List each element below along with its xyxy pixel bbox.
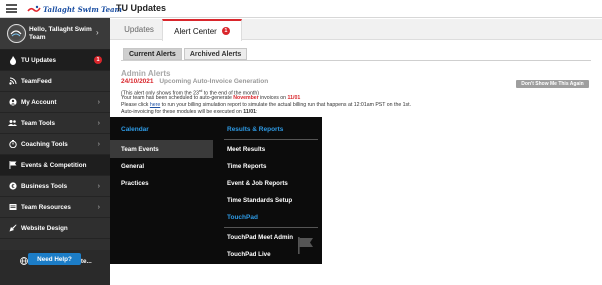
flag-icon [8, 161, 17, 170]
alert-text-line-3: Please click here to run your billing si… [121, 102, 411, 108]
menu-item-time-reports[interactable]: Time Reports [227, 160, 266, 172]
alert-sub-tabs: Current Alerts Archived Alerts [123, 48, 249, 60]
notification-badge: 1 [94, 56, 102, 64]
account-icon [8, 98, 17, 107]
top-header: Tallaght Swim Team TU Updates [0, 0, 602, 18]
sidebar-item-tu-updates[interactable]: TU Updates 1 [0, 50, 110, 71]
alert-date: 24/10/2021 [121, 78, 154, 85]
swimmer-logo-icon [27, 5, 41, 12]
alert-text-line-4: Auto-invoicing for these modules will be… [121, 109, 257, 115]
svg-text:€: € [11, 184, 14, 190]
sidebar-item-label: TeamFeed [21, 77, 52, 85]
sidebar-item-website-design[interactable]: Website Design [0, 218, 110, 239]
globe-icon [20, 257, 28, 265]
divider [224, 139, 318, 140]
menu-item-touchpad-live[interactable]: TouchPad Live [227, 248, 271, 260]
need-help-button[interactable]: Need Help? [28, 253, 81, 265]
events-competition-menu: Calendar Team Events General Practices R… [110, 117, 322, 264]
sidebar-item-label: Business Tools [21, 182, 68, 190]
sidebar-item-label: Team Resources [21, 203, 71, 211]
tab-updates[interactable]: Updates [116, 19, 162, 40]
sidebar-item-label: Events & Competition [21, 161, 87, 169]
profile-menu[interactable]: Hello, Tallaght Swim Team › [0, 18, 110, 50]
alert-execution-date: 11/01 [243, 109, 256, 115]
alert-text: Please click [121, 102, 150, 108]
sidebar-item-business-tools[interactable]: € Business Tools › [0, 176, 110, 197]
billing-simulation-link[interactable]: here [150, 102, 160, 108]
alert-text-line-2: Your team has been scheduled to auto-gen… [121, 95, 300, 101]
avatar [7, 24, 26, 43]
sidebar-item-coaching-tools[interactable]: Coaching Tools › [0, 134, 110, 155]
divider [224, 227, 318, 228]
feed-icon [8, 77, 17, 86]
team-icon [8, 119, 17, 128]
chevron-right-icon: › [97, 98, 100, 106]
menu-item-meet-results[interactable]: Meet Results [227, 143, 265, 155]
results-reports-heading: Results & Reports [227, 126, 284, 133]
alert-text: Auto-invoicing for these modules will be… [121, 109, 244, 115]
sidebar-item-label: TU Updates [21, 56, 56, 64]
tab-current-alerts[interactable]: Current Alerts [123, 48, 182, 60]
website-icon [8, 224, 17, 233]
alert-text: Your team has been scheduled to auto-gen… [121, 95, 234, 101]
hamburger-menu-icon[interactable] [6, 4, 17, 13]
sidebar-item-team-tools[interactable]: Team Tools › [0, 113, 110, 134]
admin-alerts-heading: Admin Alerts [121, 69, 171, 78]
profile-greeting-line1: Hello, Tallaght Swim [29, 26, 92, 33]
sidebar-item-my-account[interactable]: My Account › [0, 92, 110, 113]
tab-alert-center-label: Alert Center [174, 26, 217, 36]
alert-text: invoices on [258, 95, 288, 101]
touchpad-heading: TouchPad [227, 214, 258, 221]
dont-show-again-button[interactable]: Don't Show Me This Again [516, 80, 589, 88]
menu-item-time-standards-setup[interactable]: Time Standards Setup [227, 194, 292, 206]
menu-item-general[interactable]: General [121, 160, 144, 172]
business-icon: € [8, 182, 17, 191]
sidebar-item-team-resources[interactable]: Team Resources › [0, 197, 110, 218]
profile-greeting-line2: Team [29, 34, 46, 41]
alert-header: 24/10/2021 Upcoming Auto-Invoice Generat… [121, 78, 268, 85]
alert-invoice-date: 11/01 [287, 95, 301, 101]
divider [121, 60, 591, 61]
sidebar-item-label: Coaching Tools [21, 140, 68, 148]
chevron-right-icon: › [97, 182, 100, 190]
user-avatar-icon [9, 26, 23, 40]
chevron-right-icon: › [97, 140, 100, 148]
coaching-icon [8, 140, 17, 149]
sidebar-item-label: My Account [21, 98, 57, 106]
alert-text: : [255, 109, 258, 115]
team-logo[interactable]: Tallaght Swim Team [27, 3, 122, 15]
chevron-right-icon: › [97, 119, 100, 127]
chevron-right-icon: › [96, 28, 99, 37]
sidebar-item-label: Website Design [21, 224, 68, 232]
menu-item-team-events[interactable]: Team Events [110, 140, 213, 158]
fire-icon [8, 55, 17, 65]
alert-title: Upcoming Auto-Invoice Generation [159, 78, 269, 85]
logo-text: Tallaght Swim Team [43, 4, 122, 14]
alert-text: to run your billing simulation report to… [160, 102, 412, 108]
sidebar-item-events-competition[interactable]: Events & Competition [0, 155, 110, 176]
tab-archived-alerts[interactable]: Archived Alerts [183, 48, 248, 60]
menu-item-practices[interactable]: Practices [121, 177, 149, 189]
resources-icon [8, 203, 17, 212]
sidebar-item-label: Team Tools [21, 119, 56, 127]
sidebar-item-teamfeed[interactable]: TeamFeed [0, 71, 110, 92]
menu-item-touchpad-meet-admin[interactable]: TouchPad Meet Admin [227, 231, 293, 243]
page-title: TU Updates [116, 3, 167, 13]
menu-item-event-job-reports[interactable]: Event & Job Reports [227, 177, 288, 189]
notification-badge: 1 [221, 27, 230, 35]
flag-icon [298, 237, 313, 254]
calendar-heading: Calendar [121, 126, 149, 133]
sidebar: Hello, Tallaght Swim Team › TU Updates 1… [0, 18, 110, 285]
tab-alert-center[interactable]: Alert Center 1 [162, 19, 242, 41]
alert-month: November [233, 95, 259, 101]
profile-greeting: Hello, Tallaght Swim Team [29, 26, 92, 42]
main-tab-bar: Updates Alert Center 1 [110, 19, 602, 41]
chevron-right-icon: › [97, 203, 100, 211]
app-root: Tallaght Swim Team TU Updates Hello, Tal… [0, 0, 602, 285]
